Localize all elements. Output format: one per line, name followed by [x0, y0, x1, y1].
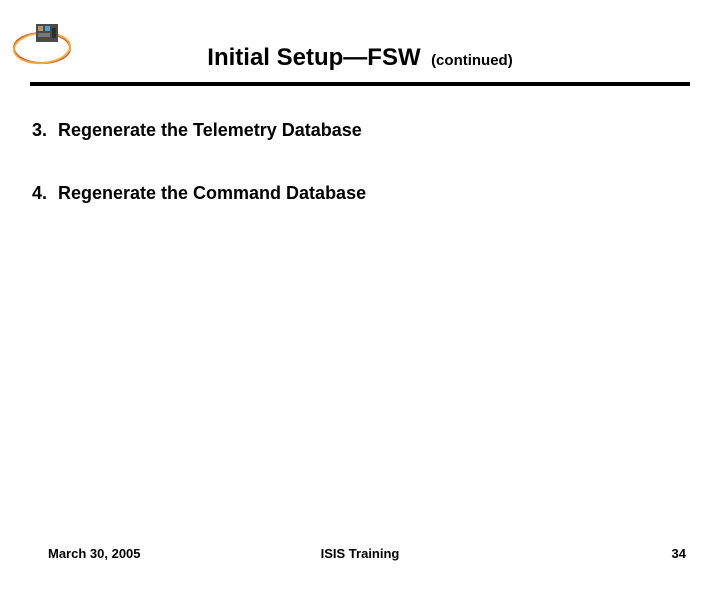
footer-center-text: ISIS Training — [0, 546, 720, 561]
list-item-number: 3. — [32, 120, 58, 141]
list-item-number: 4. — [32, 183, 58, 204]
slide-footer: March 30, 2005 ISIS Training 34 — [0, 546, 720, 566]
slide-body: 3. Regenerate the Telemetry Database 4. … — [32, 120, 680, 246]
slide-header: Initial Setup—FSW (continued) — [0, 44, 720, 72]
slide-continued-label: (continued) — [431, 52, 513, 69]
slide-title: Initial Setup—FSW — [207, 44, 420, 71]
list-item: 4. Regenerate the Command Database — [32, 183, 680, 204]
list-item-text: Regenerate the Telemetry Database — [58, 120, 362, 141]
list-item: 3. Regenerate the Telemetry Database — [32, 120, 680, 141]
list-item-text: Regenerate the Command Database — [58, 183, 366, 204]
slide: Initial Setup—FSW (continued) 3. Regener… — [0, 0, 720, 590]
footer-page-number: 34 — [672, 546, 686, 561]
header-rule — [30, 82, 690, 86]
